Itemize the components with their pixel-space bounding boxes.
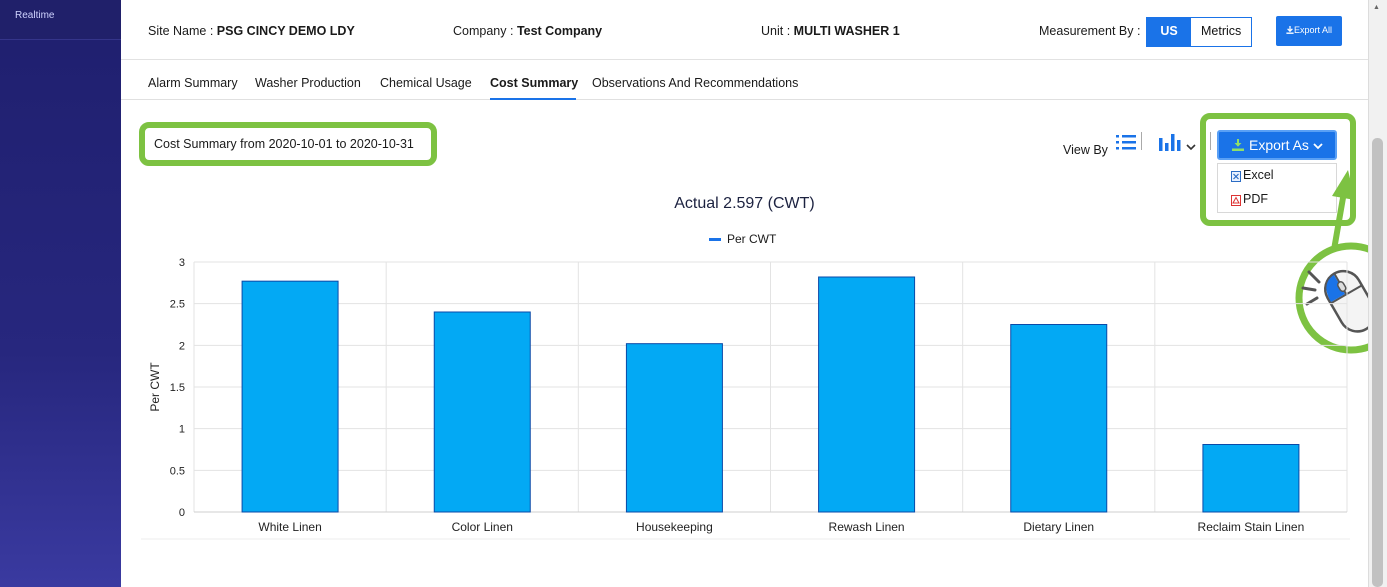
site-name-value: PSG CINCY DEMO LDY [216,24,355,38]
site-name-label: Site Name : [148,24,214,38]
active-tab-indicator [490,98,576,100]
company-label: Company : [453,24,514,38]
y-tick-label: 2.5 [170,299,185,311]
tab-washer-production[interactable]: Washer Production [255,76,361,90]
export-as-button[interactable]: Export As [1217,130,1337,160]
sidebar-item-label: Realtime [15,10,55,21]
cost-summary-title: Cost Summary from 2020-10-01 to 2020-10-… [154,137,414,151]
header-bar: Site Name : PSG CINCY DEMO LDY Company :… [121,0,1368,60]
export-as-label: Export As [1249,137,1309,153]
company-value: Test Company [516,24,603,38]
chevron-down-icon [1313,143,1323,150]
view-by-label: View By [1063,143,1108,157]
y-tick-label: 0.5 [170,465,185,477]
y-tick-label: 3 [179,257,185,269]
y-tick-label: 0 [179,507,185,519]
x-tick-label: Dietary Linen [1023,520,1094,534]
app-frame: Realtime Site Name : PSG CINCY DEMO LDY … [0,0,1387,587]
scrollbar-thumb[interactable] [1372,138,1383,587]
x-tick-label: Color Linen [452,520,513,534]
x-tick-label: White Linen [258,520,321,534]
chevron-down-icon[interactable] [1186,143,1196,151]
sidebar-item-realtime[interactable]: Realtime [0,0,121,40]
bar-chart: 0 0.5 1 1.5 2 2.5 3 White Linen Color Linen House… [141,257,1350,540]
divider [1141,132,1142,150]
measurement-us-button[interactable]: US [1147,18,1191,46]
y-tick-label: 1.5 [170,382,185,394]
unit-value: MULTI WASHER 1 [793,24,900,38]
sidebar: Realtime [0,0,121,587]
measurement-toggle: US Metrics [1146,17,1253,47]
download-icon [1286,26,1294,34]
tab-chemical-usage[interactable]: Chemical Usage [380,76,472,90]
chart-container: Actual 2.597 (CWT) Per CWT 0 0.5 1 1.5 2 2.5 3… [121,180,1368,550]
y-tick-label: 2 [179,340,185,352]
export-all-label: Export All [1293,25,1333,35]
bar [433,311,531,513]
company: Company : Test Company [453,24,602,38]
tab-observations[interactable]: Observations And Recommendations [592,76,798,90]
x-tick-label: Rewash Linen [829,520,905,534]
site-name: Site Name : PSG CINCY DEMO LDY [148,24,355,38]
x-tick-label: Reclaim Stain Linen [1198,520,1305,534]
y-tick-label: 1 [179,424,185,436]
y-axis-label: Per CWT [148,362,162,412]
bar [818,276,916,513]
export-all-button[interactable]: Export All [1276,16,1342,46]
report-tabs: Alarm Summary Washer Production Chemical… [121,60,1368,100]
unit: Unit : MULTI WASHER 1 [761,24,900,38]
scroll-up-arrow[interactable]: ▲ [1373,4,1380,11]
cost-summary-title-highlight: Cost Summary from 2020-10-01 to 2020-10-… [139,122,437,166]
bar-chart-view-icon[interactable] [1158,132,1182,152]
x-tick-label: Housekeeping [636,520,713,534]
tab-alarm-summary[interactable]: Alarm Summary [148,76,238,90]
download-icon [1232,139,1244,151]
tab-cost-summary[interactable]: Cost Summary [490,76,578,90]
bar [1010,324,1108,513]
list-view-icon[interactable] [1115,132,1137,152]
measurement-metrics-button[interactable]: Metrics [1191,18,1252,46]
bar [241,280,339,513]
bar [625,343,723,513]
measurement-label: Measurement By : [1039,24,1141,38]
bar [1202,444,1300,513]
unit-label: Unit : [761,24,791,38]
